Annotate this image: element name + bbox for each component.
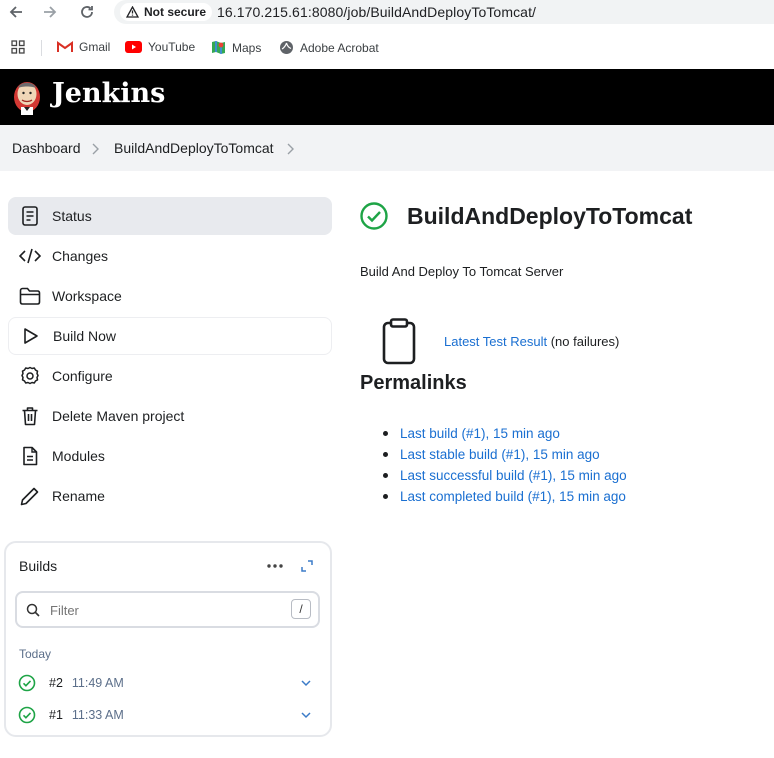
test-result-note: (no failures) — [550, 334, 620, 349]
bookmark-acrobat[interactable]: Adobe Acrobat — [279, 40, 379, 55]
apps-grid-icon[interactable] — [11, 40, 25, 59]
bookmarks-bar — [0, 34, 774, 62]
bookmark-label: Adobe Acrobat — [300, 40, 379, 55]
build-number[interactable]: #1 — [49, 708, 63, 722]
permalinks-heading: Permalinks — [360, 372, 467, 394]
reload-icon — [81, 6, 93, 18]
success-status-icon — [359, 201, 389, 236]
build-number[interactable]: #2 — [49, 676, 63, 690]
security-label: Not secure — [144, 5, 207, 19]
maps-icon — [212, 41, 225, 54]
sidebar-item-label: Configure — [52, 368, 113, 384]
back-arrow-icon — [9, 6, 22, 18]
breadcrumb-job[interactable]: BuildAndDeployToTomcat — [114, 140, 274, 156]
sidebar-item-label: Workspace — [52, 288, 122, 304]
file-icon — [8, 446, 52, 466]
list-item: Last build (#1), 15 min ago — [382, 423, 627, 444]
search-icon — [26, 603, 40, 622]
trash-icon — [8, 406, 52, 426]
success-check-icon — [18, 706, 40, 724]
page-title: BuildAndDeployToTomcat — [407, 203, 693, 229]
builds-group-label: Today — [19, 647, 52, 661]
permalink-last-stable-build[interactable]: Last stable build (#1), 15 min ago — [400, 447, 600, 462]
forward-button[interactable] — [38, 2, 62, 22]
bookmark-label: Maps — [232, 40, 262, 55]
bullet — [383, 452, 388, 457]
chevron-down-icon[interactable] — [300, 679, 312, 687]
permalinks-list: Last build (#1), 15 min ago Last stable … — [382, 423, 627, 507]
build-time[interactable]: 11:33 AM — [72, 708, 124, 722]
sidebar-item-configure[interactable]: Configure — [8, 357, 332, 395]
sidebar-item-label: Modules — [52, 448, 105, 464]
url-text[interactable]: 16.170.215.61:8080/job/BuildAndDeployToT… — [217, 4, 536, 20]
sidebar-item-label: Status — [52, 208, 92, 224]
pencil-icon — [8, 486, 52, 506]
warning-icon — [126, 6, 139, 18]
sidebar-item-changes[interactable]: Changes — [8, 237, 332, 275]
sidebar-item-label: Rename — [52, 488, 105, 504]
sidebar-item-status[interactable]: Status — [8, 197, 332, 235]
chevron-right-icon[interactable] — [286, 142, 294, 160]
bookmark-gmail[interactable]: Gmail — [57, 40, 110, 54]
sidebar-item-label: Build Now — [53, 328, 117, 344]
back-button[interactable] — [4, 2, 28, 22]
permalink-last-build[interactable]: Last build (#1), 15 min ago — [400, 426, 560, 441]
folder-icon — [8, 287, 52, 305]
bookmark-label: Gmail — [79, 40, 111, 54]
acrobat-icon — [280, 41, 293, 54]
list-item: Last completed build (#1), 15 min ago — [382, 486, 627, 507]
bullet — [383, 431, 388, 436]
bookmark-youtube[interactable]: YouTube — [125, 40, 195, 54]
sidebar-item-modules[interactable]: Modules — [8, 437, 332, 475]
youtube-icon — [125, 41, 142, 53]
sidebar-item-delete[interactable]: Delete Maven project — [8, 397, 332, 435]
build-row[interactable]: #2 11:49 AM — [18, 671, 318, 695]
sidebar-item-build-now[interactable]: Build Now — [8, 317, 332, 355]
forward-arrow-icon — [44, 6, 57, 18]
reload-button[interactable] — [75, 2, 99, 22]
security-chip[interactable]: Not secure — [120, 3, 213, 21]
sidebar-item-workspace[interactable]: Workspace — [8, 277, 332, 315]
more-options-icon[interactable] — [266, 559, 284, 578]
bookmark-label: YouTube — [148, 40, 196, 54]
builds-title: Builds — [19, 558, 58, 574]
bookmark-maps[interactable]: Maps — [211, 40, 261, 55]
bullet — [383, 473, 388, 478]
success-check-icon — [18, 674, 40, 692]
jenkins-brand[interactable]: Jenkins — [52, 78, 165, 109]
sidebar-item-label: Changes — [52, 248, 109, 264]
latest-test-result-link[interactable]: Latest Test Result — [444, 334, 547, 349]
builds-filter-input[interactable] — [50, 601, 280, 619]
keyboard-shortcut-badge: / — [291, 599, 311, 619]
permalink-last-successful-build[interactable]: Last successful build (#1), 15 min ago — [400, 468, 627, 483]
list-item: Last successful build (#1), 15 min ago — [382, 465, 627, 486]
gear-icon — [8, 366, 52, 386]
sidebar-item-label: Delete Maven project — [52, 408, 185, 424]
permalink-last-completed-build[interactable]: Last completed build (#1), 15 min ago — [400, 489, 626, 504]
chevron-right-icon[interactable] — [91, 142, 99, 160]
job-description: Build And Deploy To Tomcat Server — [360, 264, 564, 279]
list-item: Last stable build (#1), 15 min ago — [382, 444, 627, 465]
clipboard-icon — [380, 318, 418, 371]
breadcrumb-dashboard[interactable]: Dashboard — [12, 140, 81, 156]
gmail-icon — [57, 41, 73, 52]
expand-icon[interactable] — [300, 559, 314, 578]
play-icon — [9, 327, 53, 345]
build-row[interactable]: #1 11:33 AM — [18, 703, 318, 727]
test-result-line: Latest Test Result (no failures) — [444, 334, 619, 349]
chevron-down-icon[interactable] — [300, 711, 312, 719]
document-icon — [8, 206, 52, 226]
bookmarks-divider — [41, 40, 42, 56]
code-icon — [8, 248, 52, 264]
sidebar-item-rename[interactable]: Rename — [8, 477, 332, 515]
jenkins-logo-icon[interactable] — [10, 76, 44, 121]
bullet — [383, 494, 388, 499]
build-time[interactable]: 11:49 AM — [72, 676, 124, 690]
